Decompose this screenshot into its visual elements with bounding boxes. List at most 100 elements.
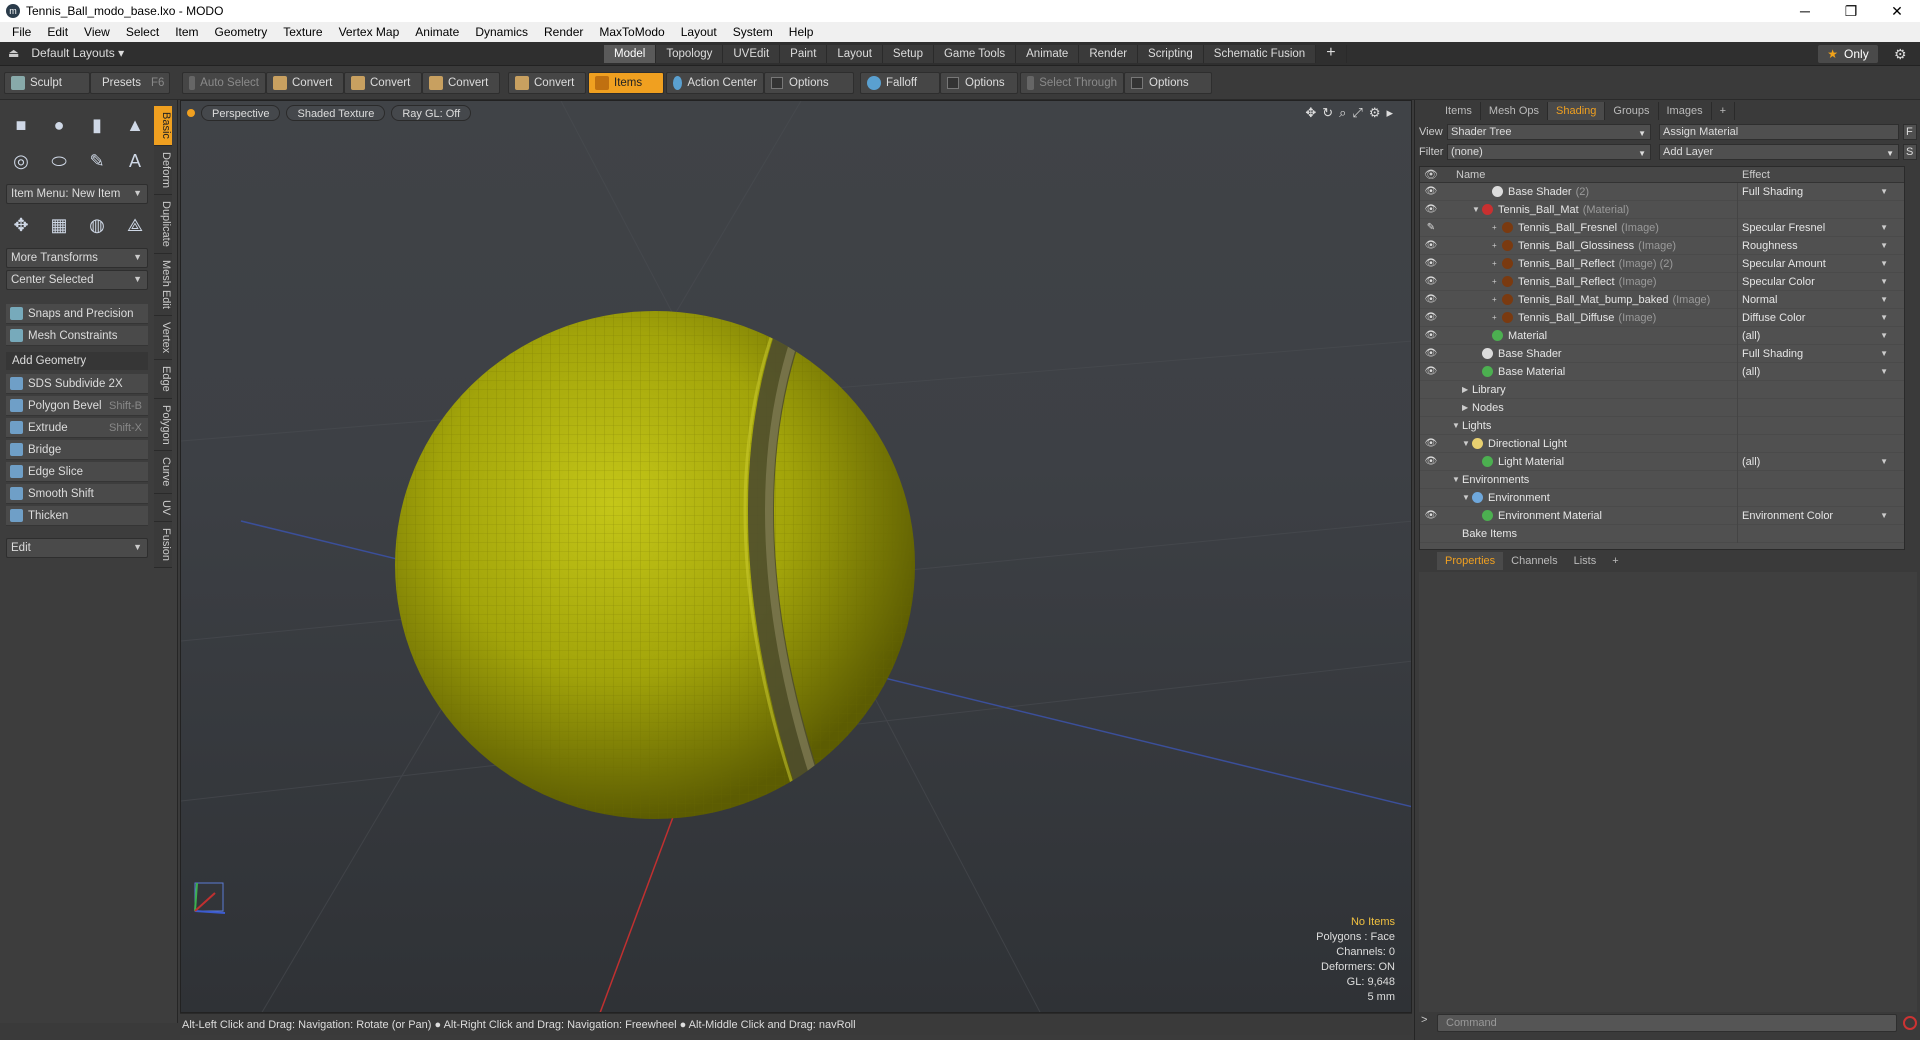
select-options-button[interactable]: Options: [1124, 72, 1212, 94]
select-through-button[interactable]: Select Through: [1020, 72, 1124, 94]
more-transforms-dropdown[interactable]: More Transforms ▼: [6, 248, 148, 268]
presets-button[interactable]: Presets F6: [90, 72, 170, 94]
cylinder-icon[interactable]: ▮: [82, 110, 112, 140]
menu-select[interactable]: Select: [118, 25, 167, 39]
expand-toggle-icon[interactable]: +: [1492, 241, 1502, 250]
menu-item[interactable]: Item: [167, 25, 206, 39]
visibility-toggle-icon[interactable]: ✎: [1420, 222, 1442, 233]
pen-icon[interactable]: ✎: [82, 146, 112, 176]
expand-toggle-icon[interactable]: ▼: [1472, 205, 1482, 214]
expand-arrow-icon[interactable]: ▸: [1386, 105, 1393, 121]
options-checkbox[interactable]: [947, 77, 959, 89]
shader-tree-row[interactable]: ✎ + Tennis_Ball_Fresnel (Image) Specular Fre…: [1420, 218, 1904, 237]
sphere-icon[interactable]: ●: [44, 110, 74, 140]
viewport-menu-dot[interactable]: [187, 109, 195, 117]
expand-toggle-icon[interactable]: +: [1492, 223, 1502, 232]
menu-system[interactable]: System: [725, 25, 781, 39]
visibility-toggle-icon[interactable]: 👁: [1420, 510, 1442, 521]
only-toggle[interactable]: ★ Only: [1818, 45, 1878, 63]
visibility-toggle-icon[interactable]: 👁: [1420, 204, 1442, 215]
tennis-ball-model[interactable]: [395, 261, 915, 821]
visibility-toggle-icon[interactable]: 👁: [1420, 258, 1442, 269]
tab-paint[interactable]: Paint: [780, 45, 828, 63]
expand-toggle-icon[interactable]: +: [1492, 259, 1502, 268]
shader-tree-row[interactable]: ▶ Nodes: [1420, 398, 1904, 417]
add-tab-button[interactable]: +: [1316, 45, 1347, 63]
expand-toggle-icon[interactable]: +: [1492, 277, 1502, 286]
vtab-duplicate[interactable]: Duplicate: [154, 194, 172, 254]
tab-layout[interactable]: Layout: [827, 45, 883, 63]
visibility-toggle-icon[interactable]: 👁: [1420, 330, 1442, 341]
scale-icon[interactable]: ⟁: [120, 210, 150, 240]
vtab-polygon[interactable]: Polygon: [154, 398, 172, 452]
falloff-button[interactable]: Falloff: [860, 72, 940, 94]
menu-maxtomodo[interactable]: MaxToModo: [591, 25, 672, 39]
filter-dropdown[interactable]: (none) ▼: [1447, 144, 1651, 160]
snaps-button[interactable]: Snaps and Precision: [6, 304, 148, 324]
auto-select-button[interactable]: Auto Select: [182, 72, 266, 94]
cone-icon[interactable]: ▲: [120, 110, 150, 140]
rp-tab-shading[interactable]: Shading: [1548, 102, 1606, 120]
effect-cell[interactable]: Specular Fresnel ▼: [1738, 222, 1888, 234]
tool-bridge[interactable]: Bridge: [6, 440, 148, 460]
shader-tree-row[interactable]: 👁 + Tennis_Ball_Glossiness (Image) Roughness…: [1420, 236, 1904, 255]
tool-polygon-bevel[interactable]: Polygon Bevel Shift-B: [6, 396, 148, 416]
close-button[interactable]: ✕: [1874, 0, 1920, 22]
add-layer-dropdown[interactable]: Add Layer ▼: [1659, 144, 1899, 160]
move-icon[interactable]: ✥: [6, 210, 36, 240]
vtab-curve[interactable]: Curve: [154, 451, 172, 494]
minimize-button[interactable]: ─: [1782, 0, 1828, 22]
falloff-options-button[interactable]: Options: [940, 72, 1018, 94]
effect-cell[interactable]: Full Shading ▼: [1738, 348, 1888, 360]
menu-vertex-map[interactable]: Vertex Map: [331, 25, 408, 39]
vtab-vertex[interactable]: Vertex: [154, 315, 172, 360]
tool-smooth-shift[interactable]: Smooth Shift: [6, 484, 148, 504]
convert-polygon-button[interactable]: Convert: [422, 72, 500, 94]
tab-scripting[interactable]: Scripting: [1138, 45, 1204, 63]
menu-texture[interactable]: Texture: [275, 25, 330, 39]
f-button[interactable]: F: [1903, 124, 1917, 140]
tab-game-tools[interactable]: Game Tools: [933, 45, 1017, 63]
effect-cell[interactable]: Roughness ▼: [1738, 240, 1888, 252]
effect-cell[interactable]: Specular Amount ▼: [1738, 258, 1888, 270]
shader-tree-row[interactable]: ▼ Lights: [1420, 416, 1904, 435]
expand-toggle-icon[interactable]: ▶: [1462, 385, 1472, 394]
effect-cell[interactable]: Full Shading ▼: [1738, 186, 1888, 198]
shader-tree-row[interactable]: 👁 ▼ Tennis_Ball_Mat (Material): [1420, 200, 1904, 219]
visibility-toggle-icon[interactable]: 👁: [1420, 312, 1442, 323]
view-dropdown[interactable]: Shader Tree ▼: [1447, 124, 1651, 140]
expand-toggle-icon[interactable]: ▼: [1452, 475, 1462, 484]
torus-icon[interactable]: ◎: [6, 146, 36, 176]
3d-viewport[interactable]: Perspective Shaded Texture Ray GL: Off ✥…: [180, 100, 1412, 1013]
effect-cell[interactable]: Specular Color ▼: [1738, 276, 1888, 288]
view-mode-button[interactable]: Perspective: [201, 105, 281, 121]
tool-edge-slice[interactable]: Edge Slice: [6, 462, 148, 482]
expand-toggle-icon[interactable]: +: [1492, 313, 1502, 322]
tool-thicken[interactable]: Thicken: [6, 506, 148, 526]
menu-file[interactable]: File: [4, 25, 39, 39]
visibility-toggle-icon[interactable]: 👁: [1420, 438, 1442, 449]
zoom-icon[interactable]: ⌕: [1339, 105, 1346, 121]
effect-column-header[interactable]: Effect: [1738, 169, 1770, 181]
shader-tree-row[interactable]: 👁 Base Material (all) ▼: [1420, 362, 1904, 381]
shader-tree-row[interactable]: ▶ Library: [1420, 380, 1904, 399]
lower-tab-channels[interactable]: Channels: [1503, 552, 1565, 570]
expand-toggle-icon[interactable]: ▶: [1462, 403, 1472, 412]
effect-cell[interactable]: Environment Color ▼: [1738, 510, 1888, 522]
expand-toggle-icon[interactable]: ▼: [1452, 421, 1462, 430]
maximize-button[interactable]: ❐: [1828, 0, 1874, 22]
shader-tree-row[interactable]: 👁 Environment Material Environment Color ▼: [1420, 506, 1904, 525]
vtab-edge[interactable]: Edge: [154, 359, 172, 399]
lower-tab-add[interactable]: +: [1604, 552, 1626, 570]
menu-layout[interactable]: Layout: [673, 25, 725, 39]
tool-extrude[interactable]: Extrude Shift-X: [6, 418, 148, 438]
tab-animate[interactable]: Animate: [1016, 45, 1080, 63]
shader-tree-row[interactable]: 👁 + Tennis_Ball_Mat_bump_baked (Image) Norma…: [1420, 290, 1904, 309]
effect-cell[interactable]: Normal ▼: [1738, 294, 1888, 306]
menu-geometry[interactable]: Geometry: [207, 25, 276, 39]
tab-topology[interactable]: Topology: [656, 45, 724, 63]
visibility-toggle-icon[interactable]: 👁: [1420, 276, 1442, 287]
visibility-toggle-icon[interactable]: 👁: [1420, 366, 1442, 377]
item-menu-dropdown[interactable]: Item Menu: New Item ▼: [6, 184, 148, 204]
s-button[interactable]: S: [1903, 144, 1917, 160]
